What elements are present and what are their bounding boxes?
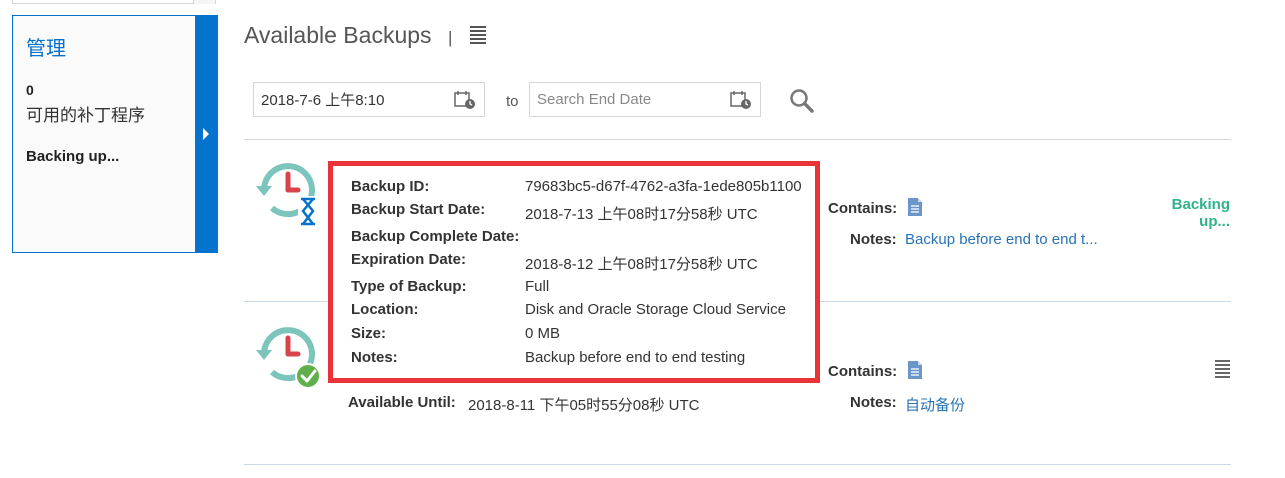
title-separator: | (448, 28, 453, 47)
patches-summary-panel: 管理 0 可用的补丁程序 Backing up... (12, 15, 218, 253)
calendar-clock-icon[interactable] (730, 90, 752, 110)
row1-notes-label: Notes: (850, 231, 897, 248)
popup-label-size: Size: (351, 325, 387, 342)
backup-details-popup: Backup ID: 79683bc5-d67f-4762-a3fa-1ede8… (328, 161, 820, 383)
hamburger-menu-icon[interactable] (468, 26, 488, 48)
popup-label-location: Location: (351, 301, 419, 318)
panel-expand-button[interactable] (195, 16, 217, 252)
row2-divider (244, 464, 1231, 465)
popup-value-backup-id: 79683bc5-d67f-4762-a3fa-1ede805b1100 (525, 178, 802, 195)
popup-value-start-date: 2018-7-13 上午08时17分58秒 UTC (525, 206, 758, 223)
popup-label-start-date: Backup Start Date: (351, 201, 486, 218)
backup-clock-check-icon (256, 327, 321, 389)
start-date-input[interactable]: 2018-7-6 上午8:10 (253, 82, 485, 117)
popup-value-backup-type: Full (525, 278, 550, 295)
top-search-button-fragment[interactable] (193, 0, 215, 4)
end-date-input[interactable]: Search End Date (529, 82, 761, 117)
row1-notes-link[interactable]: Backup before end to end t... (905, 231, 1098, 248)
popup-value-size: 0 MB (525, 325, 561, 342)
popup-label-backup-type: Type of Backup: (351, 278, 467, 295)
chevron-right-icon (203, 128, 209, 140)
row2-available-until-value: 2018-8-11 下午05时55分08秒 UTC (468, 397, 700, 414)
popup-value-notes: Backup before end to end testing (525, 349, 746, 366)
row1-contains-label: Contains: (828, 200, 898, 217)
row1-backup-status: Backing up... (1171, 196, 1230, 230)
row2-available-until-label: Available Until: (348, 394, 456, 411)
calendar-clock-icon[interactable] (454, 90, 476, 110)
top-search-box-fragment[interactable] (12, 0, 216, 4)
panel-backup-status: Backing up... (26, 148, 120, 165)
available-patches-count: 0 (26, 82, 34, 98)
row2-contains-label: Contains: (828, 363, 898, 380)
popup-label-backup-id: Backup ID: (351, 178, 430, 195)
start-date-value: 2018-7-6 上午8:10 (261, 92, 385, 109)
document-icon[interactable] (907, 198, 923, 216)
available-patches-label: 可用的补丁程序 (26, 106, 145, 125)
page-title: Available Backups (244, 22, 432, 48)
search-icon[interactable] (789, 88, 815, 114)
end-date-placeholder: Search End Date (537, 91, 652, 108)
date-range-to-label: to (506, 93, 519, 110)
filter-divider (244, 139, 1231, 140)
panel-title[interactable]: 管理 (26, 32, 66, 61)
row2-notes-label: Notes: (850, 394, 897, 411)
document-icon[interactable] (907, 361, 923, 379)
popup-value-location: Disk and Oracle Storage Cloud Service (525, 301, 786, 318)
popup-label-notes: Notes: (351, 349, 398, 366)
row2-notes-link[interactable]: 自动备份 (905, 394, 965, 415)
backup-clock-hourglass-icon (256, 163, 318, 226)
popup-label-expiration-date: Expiration Date: (351, 251, 467, 268)
popup-value-expiration-date: 2018-8-12 上午08时17分58秒 UTC (525, 256, 758, 273)
row2-actions-menu-icon[interactable] (1213, 360, 1231, 380)
popup-label-complete-date: Backup Complete Date: (351, 228, 520, 245)
